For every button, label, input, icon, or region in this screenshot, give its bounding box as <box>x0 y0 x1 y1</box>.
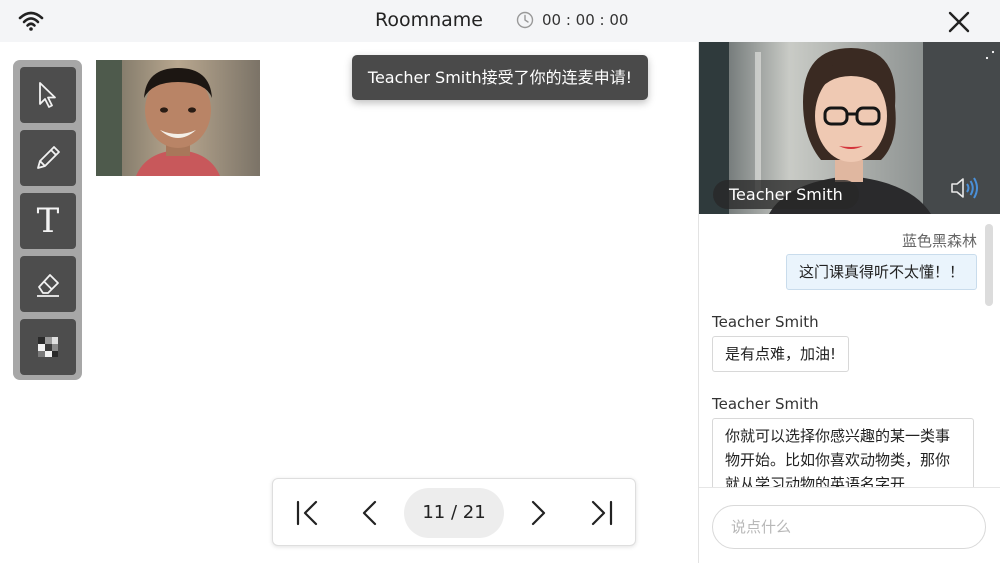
chat-bubble-teacher: 是有点难，加油! <box>712 336 850 372</box>
clock-icon <box>516 11 534 29</box>
chat-message-list[interactable]: 蓝色黑森林 这门课真得听不太懂！！ Teacher Smith 是有点难，加油!… <box>699 214 1000 487</box>
page-indicator: 11 / 21 <box>404 488 504 538</box>
student-webcam-image <box>96 60 260 176</box>
text-tool-button[interactable]: T <box>20 193 76 249</box>
mosaic-tool-button[interactable] <box>20 319 76 375</box>
right-panel: Teacher Smith 蓝色黑森林 这门课真得听不太懂！！ Teacher … <box>698 42 1000 563</box>
last-page-icon[interactable] <box>584 496 618 530</box>
pencil-icon <box>37 146 60 169</box>
chat-sender-name: Teacher Smith <box>712 395 819 413</box>
chat-sender-name: 蓝色黑森林 <box>901 232 977 250</box>
whiteboard-toolbar: T <box>13 60 82 380</box>
cursor-arrow-icon <box>39 82 56 108</box>
eraser-tool-button[interactable] <box>20 256 76 312</box>
chat-bubble-self: 这门课真得听不太懂！！ <box>785 254 977 290</box>
teacher-video[interactable]: Teacher Smith <box>699 42 1000 214</box>
speaker-icon[interactable] <box>949 175 981 201</box>
chat-sender-name: Teacher Smith <box>712 313 819 331</box>
page-navigator: 11 / 21 <box>272 478 636 546</box>
eraser-icon <box>37 274 59 297</box>
top-bar: Roomname 00 : 00 : 00 <box>0 0 1000 42</box>
mosaic-icon <box>38 337 58 357</box>
session-timer: 00 : 00 : 00 <box>516 11 628 29</box>
chat-input[interactable] <box>712 505 986 549</box>
room-title: Roomname <box>375 9 483 31</box>
student-video[interactable] <box>96 60 260 176</box>
previous-page-icon[interactable] <box>353 496 387 530</box>
teacher-name-tag: Teacher Smith <box>713 180 859 209</box>
more-options-icon[interactable] <box>985 50 995 60</box>
chat-input-area <box>699 487 1000 563</box>
text-tool-icon: T <box>36 201 60 241</box>
close-icon[interactable] <box>946 9 972 35</box>
next-page-icon[interactable] <box>521 496 555 530</box>
chat-bubble-teacher: 你就可以选择你感兴趣的某一类事物开始。比如你喜欢动物类，那你就从学习动物的英语名… <box>712 418 974 487</box>
select-tool-button[interactable] <box>20 67 76 123</box>
chat-scrollbar[interactable] <box>985 224 993 306</box>
pencil-tool-button[interactable] <box>20 130 76 186</box>
notification-toast: Teacher Smith接受了你的连麦申请! <box>352 55 648 100</box>
first-page-icon[interactable] <box>291 496 325 530</box>
wifi-icon <box>18 11 44 31</box>
timer-text: 00 : 00 : 00 <box>542 11 629 29</box>
